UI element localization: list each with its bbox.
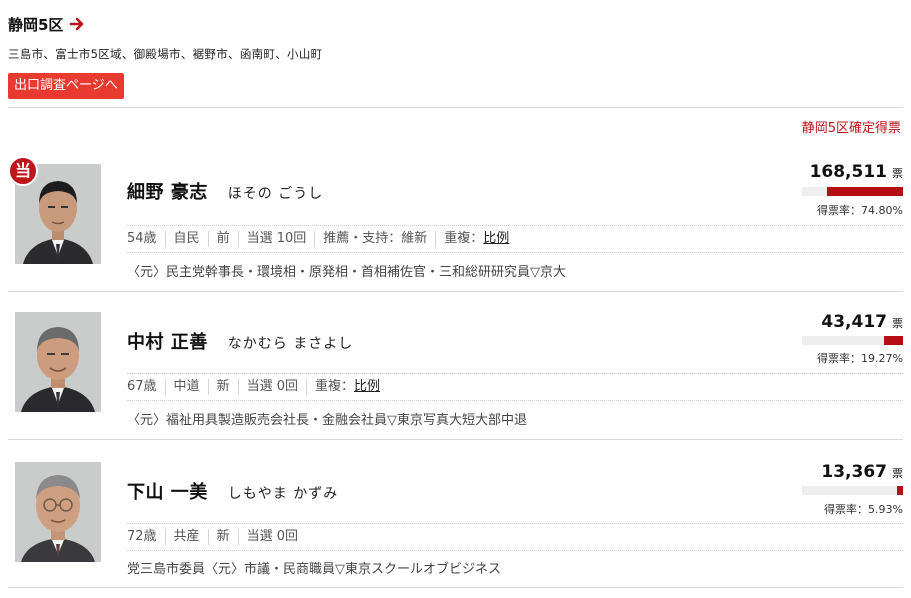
vote-share-bar: [802, 336, 903, 345]
district-title[interactable]: 静岡5区: [8, 14, 63, 35]
vote-share-bar-fill: [827, 187, 903, 196]
candidate-age: 67歳: [127, 379, 157, 394]
candidate-name: 中村 正善: [127, 332, 208, 353]
candidate-info-row: 72歳 共産 新 当選 0回: [127, 523, 903, 551]
vote-unit: 票: [892, 317, 903, 330]
candidate-name: 細野 豪志: [127, 182, 208, 203]
dual-label: 重複：: [444, 231, 484, 246]
candidate-age: 72歳: [127, 529, 157, 544]
dual-label: 重複：: [314, 379, 354, 394]
candidate-support: 推薦・支持：維新: [314, 231, 435, 247]
candidate-row: 下山 一美 しもやま かずみ 72歳 共産 新 当選 0回 党三島市委員〈元〉市…: [8, 440, 903, 588]
candidate-age: 54歳: [127, 231, 157, 246]
arrow-right-icon[interactable]: [69, 16, 85, 32]
municipality-list: 三島市、富士市5区域、御殿場市、裾野市、函南町、小山町: [8, 47, 323, 61]
candidate-row: 当 細野 豪志 ほその ごうし 54歳 自民 前 当選 10回 推薦・支持：維新…: [8, 144, 903, 292]
vote-number: 168,511: [809, 162, 887, 182]
proportional-link[interactable]: 比例: [354, 379, 380, 394]
vote-unit: 票: [892, 467, 903, 480]
vote-share-rate: 得票率：74.80%: [817, 204, 903, 217]
proportional-link[interactable]: 比例: [483, 231, 509, 246]
candidate-name: 下山 一美: [127, 482, 208, 503]
candidate-status: 前: [207, 231, 238, 247]
vote-count: 43,417 票: [821, 312, 903, 332]
candidate-info-row: 67歳 中道 新 当選 0回 重複：比例: [127, 373, 903, 401]
candidate-photo: [15, 462, 101, 562]
vote-share-rate: 得票率：5.93%: [824, 503, 903, 516]
divider: [8, 587, 903, 588]
candidate-photo: [15, 312, 101, 412]
vote-share-bar-fill: [897, 486, 903, 495]
divider: [8, 107, 903, 108]
candidate-kana: なかむら まさよし: [227, 336, 354, 352]
elected-badge: 当: [8, 156, 38, 186]
candidate-party: 共産: [164, 529, 208, 545]
candidate-row: 中村 正善 なかむら まさよし 67歳 中道 新 当選 0回 重複：比例 〈元〉…: [8, 292, 903, 440]
candidate-party: 自民: [164, 231, 208, 247]
vote-share-bar: [802, 486, 903, 495]
candidate-wins: 当選 0回: [237, 529, 306, 545]
candidate-dual-candidacy: 重複：比例: [305, 379, 388, 395]
vote-number: 43,417: [821, 312, 887, 332]
candidate-career: 〈元〉民主党幹事長・環境相・原発相・首相補佐官・三和総研研究員▽京大: [127, 265, 566, 280]
vote-share-rate: 得票率：19.27%: [817, 352, 903, 365]
candidate-dual-candidacy: 重複：比例: [435, 231, 517, 247]
candidate-status: 新: [207, 379, 238, 395]
candidate-name-row: 下山 一美 しもやま かずみ: [127, 478, 338, 504]
candidate-wins: 当選 0回: [237, 379, 306, 395]
district-title-link[interactable]: 静岡5区: [8, 12, 85, 36]
exit-poll-button[interactable]: 出口調査ページへ: [8, 73, 124, 99]
vote-count: 13,367 票: [821, 462, 903, 482]
candidate-kana: しもやま かずみ: [227, 486, 339, 502]
vote-share-bar: [802, 187, 903, 196]
candidate-career: 党三島市委員〈元〉市議・民商職員▽東京スクールオブビジネス: [127, 562, 501, 577]
candidate-status: 新: [207, 529, 238, 545]
candidate-name-row: 中村 正善 なかむら まさよし: [127, 328, 353, 354]
candidate-name-row: 細野 豪志 ほその ごうし: [127, 178, 323, 204]
candidate-party: 中道: [164, 379, 208, 395]
candidate-info-row: 54歳 自民 前 当選 10回 推薦・支持：維新 重複：比例: [127, 225, 903, 253]
vote-count: 168,511 票: [810, 162, 903, 182]
vote-number: 13,367: [821, 462, 887, 482]
district-header[interactable]: 静岡5区: [8, 12, 85, 36]
candidate-wins: 当選 10回: [237, 231, 315, 247]
vote-unit: 票: [892, 167, 903, 180]
vote-share-bar-fill: [883, 336, 903, 345]
candidate-career: 〈元〉福祉用具製造販売会社長・金融会社員▽東京写真大短大部中退: [127, 413, 527, 428]
candidate-kana: ほその ごうし: [227, 186, 324, 202]
confirmed-votes-label: 静岡5区確定得票: [801, 121, 901, 136]
